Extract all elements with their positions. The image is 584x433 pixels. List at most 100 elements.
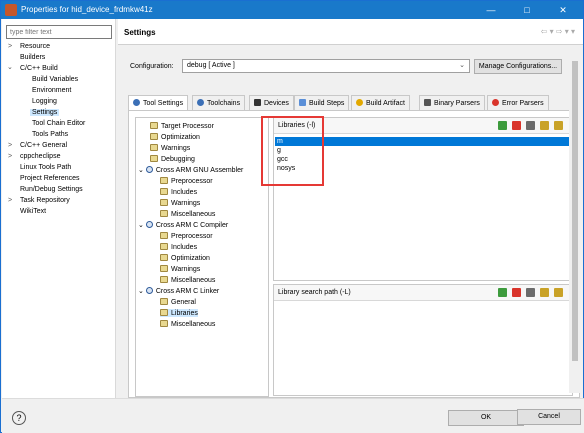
tree-item-miscellaneous[interactable]: Miscellaneous <box>160 210 215 218</box>
nav-item-builders[interactable]: Builders <box>20 54 45 61</box>
scrollbar-thumb[interactable] <box>572 61 578 361</box>
nav-item-cppcheclipse[interactable]: cppcheclipse <box>20 153 60 160</box>
collapse-arrow-icon[interactable]: ⌄ <box>138 222 144 229</box>
chip-icon <box>254 99 261 106</box>
minimize-button[interactable]: — <box>475 1 507 19</box>
nav-item-project-references[interactable]: Project References <box>20 175 80 182</box>
library-search-path-panel: Library search path (-L) <box>273 284 573 396</box>
history-nav-icon[interactable]: ⇦ ▾ ⇨ ▾ ▾ <box>541 27 575 36</box>
tab-toolchains[interactable]: Toolchains <box>192 95 246 110</box>
tree-item-preprocessor[interactable]: Preprocessor <box>160 232 213 240</box>
maximize-button[interactable]: □ <box>511 1 543 19</box>
cancel-button[interactable]: Cancel <box>517 409 581 425</box>
tree-item-libraries[interactable]: Libraries <box>160 309 198 317</box>
page-title: Settings <box>124 28 156 37</box>
tree-item-cross-arm-c-linker[interactable]: ⌄ Cross ARM C Linker <box>138 287 219 295</box>
expand-arrow-icon[interactable]: > <box>8 197 12 204</box>
move-up-icon[interactable] <box>540 121 549 130</box>
tree-item-warnings[interactable]: Warnings <box>150 144 190 152</box>
nav-item-environment[interactable]: Environment <box>32 87 71 94</box>
tab-label: Binary Parsers <box>434 100 480 107</box>
settings-icon <box>160 232 168 239</box>
tab-build-artifact[interactable]: Build Artifact <box>351 95 410 110</box>
app-icon <box>5 4 17 16</box>
collapse-arrow-icon[interactable]: ⌄ <box>138 288 144 295</box>
tree-label: Target Processor <box>161 123 214 130</box>
add-icon[interactable] <box>498 288 507 297</box>
ok-button[interactable]: OK <box>448 410 524 426</box>
close-button[interactable]: ✕ <box>547 1 579 19</box>
tree-item-miscellaneous[interactable]: Miscellaneous <box>160 276 215 284</box>
tree-item-preprocessor[interactable]: Preprocessor <box>160 177 213 185</box>
tab-label: Toolchains <box>207 100 241 107</box>
tree-item-warnings[interactable]: Warnings <box>160 199 200 207</box>
move-down-icon[interactable] <box>554 288 563 297</box>
tree-item-miscellaneous[interactable]: Miscellaneous <box>160 320 215 328</box>
help-icon[interactable]: ? <box>12 411 26 425</box>
nav-item-tool-chain-editor[interactable]: Tool Chain Editor <box>32 120 85 127</box>
tool-settings-tree: Target Processor Optimization Warnings D… <box>135 117 269 397</box>
tab-binary-parsers[interactable]: Binary Parsers <box>419 95 485 110</box>
chevron-down-icon: ⌄ <box>459 62 465 69</box>
tab-error-parsers[interactable]: Error Parsers <box>487 95 549 110</box>
nav-item-build-variables[interactable]: Build Variables <box>32 76 78 83</box>
tree-label: Preprocessor <box>171 233 213 240</box>
edit-icon[interactable] <box>526 121 535 130</box>
nav-item-task-repository[interactable]: Task Repository <box>20 197 70 204</box>
settings-icon <box>160 210 168 217</box>
error-icon <box>492 99 499 106</box>
collapse-arrow-icon[interactable]: ⌄ <box>7 63 13 71</box>
settings-icon <box>160 276 168 283</box>
gear-icon <box>145 287 153 294</box>
vertical-scrollbar[interactable] <box>569 45 581 393</box>
collapse-arrow-icon[interactable]: ⌄ <box>138 167 144 174</box>
tab-label: Build Steps <box>309 100 345 107</box>
manage-configurations-button[interactable]: Manage Configurations... <box>474 59 562 74</box>
tree-item-cross-arm-gnu-assembler[interactable]: ⌄ Cross ARM GNU Assembler <box>138 166 243 174</box>
dialog-footer: ? OK <box>2 398 584 433</box>
tree-item-optimization[interactable]: Optimization <box>160 254 210 262</box>
tree-item-includes[interactable]: Includes <box>160 188 197 196</box>
nav-item-cc-build[interactable]: C/C++ Build <box>20 65 58 72</box>
expand-arrow-icon[interactable]: > <box>8 43 12 50</box>
delete-icon[interactable] <box>512 121 521 130</box>
nav-item-logging[interactable]: Logging <box>32 98 57 105</box>
tree-label: Warnings <box>171 266 201 273</box>
configuration-select[interactable]: debug [ Active ] ⌄ <box>182 59 470 73</box>
tab-tool-settings[interactable]: Tool Settings <box>128 95 189 111</box>
nav-item-tools-paths[interactable]: Tools Paths <box>32 131 68 138</box>
binary-icon <box>424 99 431 106</box>
tree-item-includes[interactable]: Includes <box>160 243 197 251</box>
tab-build-steps[interactable]: Build Steps <box>294 95 350 110</box>
nav-item-cc-general[interactable]: C/C++ General <box>20 142 67 149</box>
tree-item-general[interactable]: General <box>160 298 196 306</box>
tree-item-target-processor[interactable]: Target Processor <box>150 122 214 130</box>
settings-icon <box>160 199 168 206</box>
nav-item-resource[interactable]: Resource <box>20 43 50 50</box>
edit-icon[interactable] <box>526 288 535 297</box>
tree-item-debugging[interactable]: Debugging <box>150 155 195 163</box>
page-header: Settings ⇦ ▾ ⇨ ▾ ▾ <box>118 19 583 45</box>
filter-input[interactable] <box>6 25 112 39</box>
settings-icon <box>150 155 158 162</box>
tab-devices[interactable]: Devices <box>249 95 294 110</box>
tree-label: Preprocessor <box>171 178 213 185</box>
nav-item-wikitext[interactable]: WikiText <box>20 208 46 215</box>
tree-item-warnings[interactable]: Warnings <box>160 265 200 273</box>
settings-icon <box>160 177 168 184</box>
gear-icon <box>197 99 204 106</box>
settings-icon <box>160 309 168 316</box>
add-icon[interactable] <box>498 121 507 130</box>
expand-arrow-icon[interactable]: > <box>8 153 12 160</box>
nav-item-run-debug-settings[interactable]: Run/Debug Settings <box>20 186 83 193</box>
move-up-icon[interactable] <box>540 288 549 297</box>
nav-item-settings[interactable]: Settings <box>30 109 60 116</box>
tree-item-optimization[interactable]: Optimization <box>150 133 200 141</box>
nav-item-linux-tools-path[interactable]: Linux Tools Path <box>20 164 71 171</box>
expand-arrow-icon[interactable]: > <box>8 142 12 149</box>
move-down-icon[interactable] <box>554 121 563 130</box>
tree-label: Warnings <box>161 145 191 152</box>
tree-label: Cross ARM GNU Assembler <box>155 167 244 174</box>
tree-item-cross-arm-c-compiler[interactable]: ⌄ Cross ARM C Compiler <box>138 221 228 229</box>
delete-icon[interactable] <box>512 288 521 297</box>
